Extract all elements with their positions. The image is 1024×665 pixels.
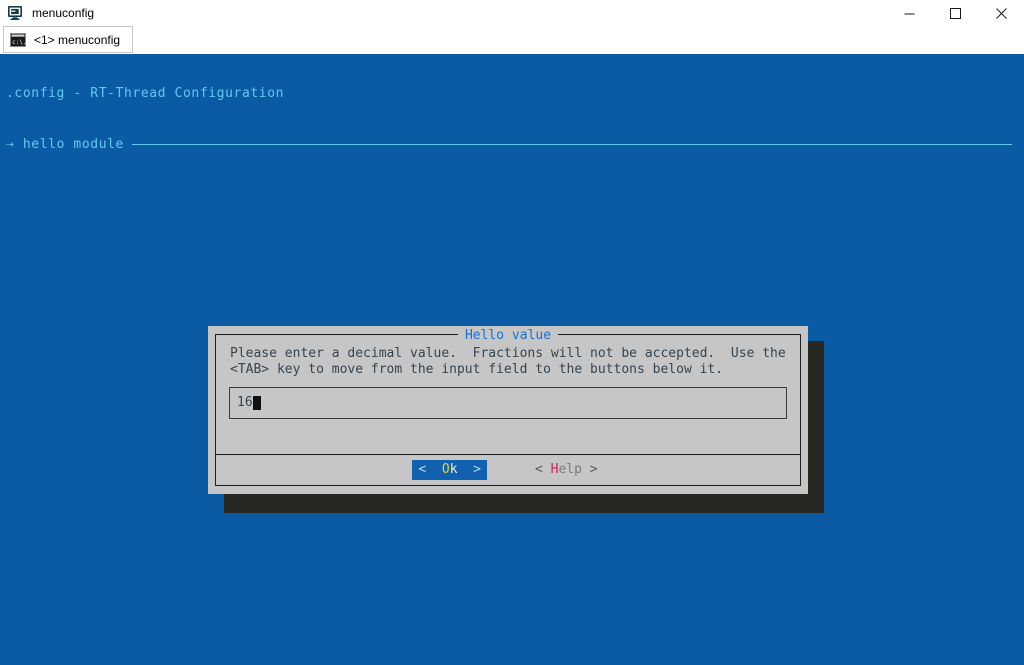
maximize-button[interactable]	[932, 0, 978, 26]
dialog-prompt: Please enter a decimal value. Fractions …	[230, 346, 790, 378]
input-value: 16	[237, 395, 253, 410]
close-icon	[995, 7, 1007, 19]
breadcrumb: ⇢ hello module	[6, 137, 1012, 153]
svg-text:c:\.: c:\.	[12, 39, 26, 46]
help-bracket-left: <	[535, 462, 543, 477]
minimize-button[interactable]	[886, 0, 932, 26]
prompt-line-1: Please enter a decimal value. Fractions …	[230, 346, 786, 361]
ok-hotkey: O	[441, 462, 450, 477]
prompt-line-2: <TAB> key to move from the input field t…	[230, 362, 724, 377]
ok-button[interactable]: < Ok >	[412, 460, 487, 480]
console-window-icon: c:\.	[10, 32, 26, 47]
ok-label-rest: k	[449, 462, 458, 477]
tab-strip: c:\. <1> menuconfig Search	[0, 26, 1024, 75]
help-bracket-right: >	[589, 462, 598, 477]
conemu-window: menuconfig c:\. <1> menuconfig Search .c…	[0, 0, 1024, 665]
breadcrumb-rule	[131, 144, 1012, 145]
dialog-button-row: < Ok > < Help >	[216, 455, 800, 485]
title-bar: menuconfig	[0, 0, 1024, 26]
breadcrumb-text: ⇢ hello module	[6, 137, 124, 152]
hello-value-dialog: Hello value Please enter a decimal value…	[208, 326, 808, 494]
tab-menuconfig[interactable]: c:\. <1> menuconfig	[3, 26, 134, 53]
tab-label: <1> menuconfig	[34, 32, 121, 47]
menuconfig-header: .config - RT-Thread Configuration ⇢ hell…	[6, 54, 1012, 185]
terminal-monitor-icon	[8, 6, 22, 20]
text-cursor	[252, 396, 261, 410]
help-label-rest: elp	[558, 462, 582, 477]
maximize-icon	[949, 7, 961, 19]
decimal-value-input[interactable]: 16	[229, 387, 787, 419]
console-area[interactable]: .config - RT-Thread Configuration ⇢ hell…	[0, 54, 1024, 665]
config-title: .config - RT-Thread Configuration	[6, 86, 285, 101]
window-title: menuconfig	[32, 6, 95, 20]
close-button[interactable]	[978, 0, 1024, 26]
minimize-icon	[904, 13, 914, 14]
help-button[interactable]: < Help >	[529, 460, 604, 480]
ok-bracket-right: >	[473, 462, 481, 477]
